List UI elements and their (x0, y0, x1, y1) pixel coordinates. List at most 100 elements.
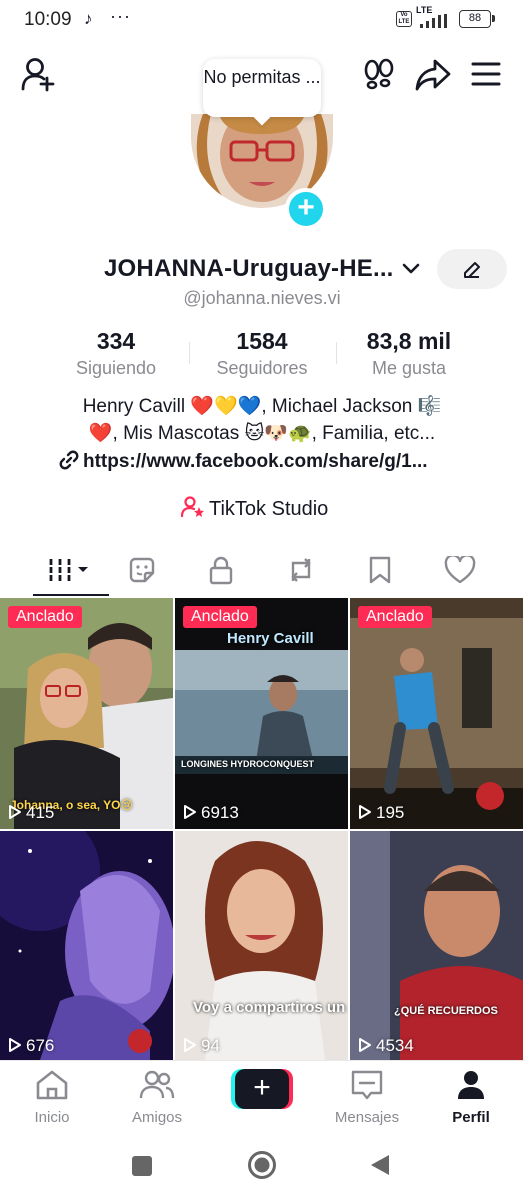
battery-icon: 88 (459, 10, 495, 28)
thumbnail-image (350, 598, 523, 829)
view-count: 676 (8, 1036, 54, 1056)
play-icon (359, 805, 371, 819)
create-button[interactable]: + (231, 1069, 293, 1109)
tab-stickers[interactable] (102, 548, 182, 592)
active-tab-indicator (33, 594, 109, 596)
pinned-badge: Anclado (8, 606, 82, 628)
tab-liked[interactable] (420, 548, 500, 592)
play-icon (184, 1038, 196, 1052)
nav-profile-label: Perfil (452, 1109, 490, 1126)
video-thumbnail[interactable]: Anclado 195 (350, 598, 523, 829)
menu-icon[interactable] (470, 60, 502, 88)
status-bar: 10:09 ♪ ··· Vo LTE LTE 88 (0, 0, 524, 40)
profile-handle: @johanna.nieves.vi (183, 288, 341, 308)
likes-count: 83,8 mil (366, 328, 452, 354)
add-story-button[interactable]: + (285, 188, 327, 230)
view-count-value: 4534 (376, 1036, 414, 1055)
nav-inbox-label: Mensajes (334, 1109, 400, 1126)
following-label: Siguiendo (75, 358, 157, 378)
nav-inbox[interactable]: Mensajes (322, 1069, 412, 1126)
bio-line: ❤️, Mis Mascotas 🐱🐶🐢, Familia, etc... (88, 423, 436, 444)
divider (336, 342, 337, 364)
tiktok-studio-link[interactable]: TikTok Studio (180, 496, 329, 521)
view-count-value: 6913 (201, 803, 239, 822)
inbox-icon (351, 1070, 383, 1100)
status-note-bubble[interactable]: No permitas ... (203, 59, 321, 117)
play-icon (359, 1038, 371, 1052)
lock-icon (209, 556, 233, 585)
pencil-icon (464, 262, 480, 278)
footprints-icon[interactable] (362, 58, 396, 92)
video-thumbnail[interactable]: Anclado Henry Cavill LONGINES HYDROCONQU… (175, 598, 348, 829)
followers-count: 1584 (236, 328, 288, 354)
play-icon (184, 805, 196, 819)
create-plus: + (235, 1069, 289, 1109)
view-count-value: 195 (376, 803, 405, 822)
followers-label: Seguidores (216, 358, 308, 378)
clock: 10:09 (24, 9, 72, 30)
view-count: 6913 (183, 803, 239, 823)
video-overlay-text: Voy a compartiros un poquito (193, 999, 348, 1016)
home-icon (36, 1070, 68, 1100)
nav-profile[interactable]: Perfil (426, 1069, 516, 1126)
tab-private[interactable] (181, 548, 261, 592)
grid-icon (48, 559, 88, 581)
nav-friends-label: Amigos (131, 1109, 183, 1126)
pinned-badge: Anclado (358, 606, 432, 628)
view-count-value: 676 (26, 1036, 55, 1055)
tab-videos[interactable] (30, 548, 110, 592)
thumbnail-image (175, 831, 348, 1060)
video-thumbnail[interactable]: Voy a compartiros un poquito 94 (175, 831, 348, 1062)
share-icon[interactable] (414, 58, 452, 92)
add-friend-icon[interactable] (20, 56, 58, 92)
repost-icon (291, 558, 311, 582)
video-overlay-text: ¿QUÉ RECUERDOS (394, 1005, 498, 1017)
video-caption: LONGINES HYDROCONQUEST (181, 759, 315, 769)
chevron-down-icon[interactable] (402, 262, 420, 276)
bottom-nav: Inicio Amigos + Mensajes Perfil (0, 1060, 524, 1140)
view-count-value: 94 (201, 1036, 220, 1055)
view-count-value: 415 (26, 803, 55, 822)
tab-reposts[interactable] (261, 548, 341, 592)
studio-icon (180, 496, 204, 518)
heart-icon (444, 556, 476, 584)
followers-stat[interactable]: 1584 Seguidores (200, 328, 324, 379)
recents-button[interactable] (131, 1155, 153, 1177)
thumbnail-image (0, 598, 173, 829)
video-thumbnail[interactable]: Anclado Johanna, o sea, YO😢 415 (0, 598, 173, 829)
pinned-badge: Anclado (183, 606, 257, 628)
link-icon (59, 450, 79, 470)
divider (189, 342, 190, 364)
volte-icon: Vo LTE (396, 11, 412, 27)
tab-favorites[interactable] (340, 548, 420, 592)
home-button[interactable] (247, 1150, 277, 1180)
video-thumbnail[interactable]: ¿QUÉ RECUERDOS 4534 (350, 831, 523, 1062)
studio-label: TikTok Studio (209, 498, 329, 520)
back-button[interactable] (369, 1153, 391, 1177)
thumbnail-image (350, 831, 523, 1060)
view-count: 415 (8, 803, 54, 823)
status-note-text: No permitas ... (203, 67, 321, 87)
profile-tabs (0, 548, 524, 596)
view-count: 94 (183, 1036, 220, 1056)
sticker-icon (129, 557, 155, 583)
likes-stat[interactable]: 83,8 mil Me gusta (348, 328, 470, 379)
edit-profile-button[interactable] (437, 249, 507, 289)
video-overlay-text: Henry Cavill (227, 630, 314, 647)
nav-home[interactable]: Inicio (7, 1069, 97, 1126)
play-icon (9, 1038, 21, 1052)
friends-icon (139, 1070, 175, 1099)
following-stat[interactable]: 334 Siguiendo (56, 328, 176, 379)
bio-link-text: https://www.facebook.com/share/g/1... (83, 451, 428, 472)
bio-link[interactable]: https://www.facebook.com/share/g/1... (58, 449, 428, 473)
thumbnail-image (0, 831, 173, 1060)
video-thumbnail[interactable]: 676 (0, 831, 173, 1062)
signal-icon (420, 14, 447, 28)
play-icon (9, 805, 21, 819)
profile-icon (458, 1071, 484, 1099)
system-navigation-bar (0, 1140, 524, 1200)
view-count: 4534 (358, 1036, 414, 1056)
view-count: 195 (358, 803, 404, 823)
profile-name[interactable]: JOHANNA-Uruguay-HE... (104, 255, 394, 283)
nav-friends[interactable]: Amigos (112, 1069, 202, 1126)
